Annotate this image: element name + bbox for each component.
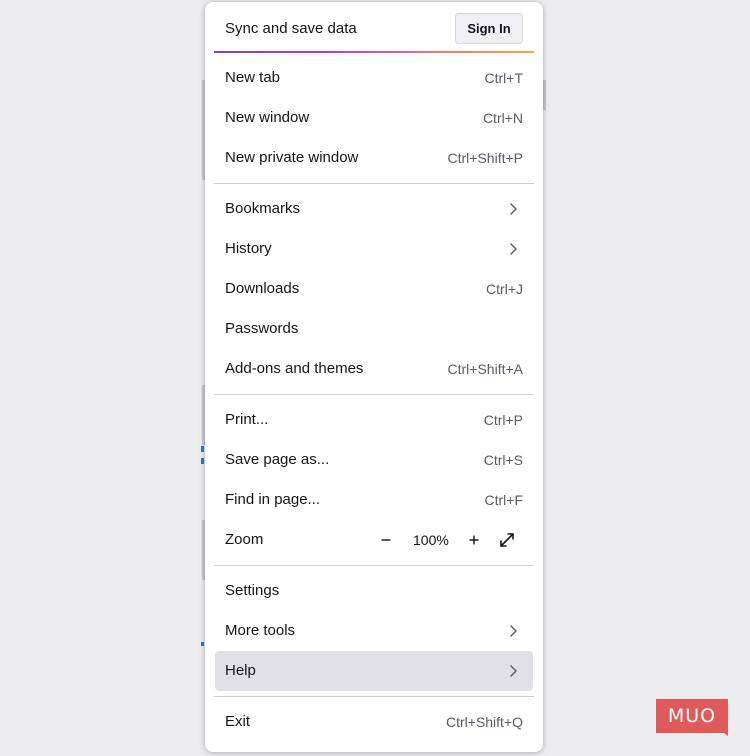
menu-item-more-tools[interactable]: More tools (215, 611, 533, 651)
menu-item-label: New private window (225, 149, 359, 166)
background-link-marker (201, 446, 204, 452)
menu-item-label: Passwords (225, 320, 299, 337)
menu-item-shortcut: Ctrl+Shift+A (447, 361, 523, 377)
menu-separator (214, 696, 534, 697)
chevron-right-icon (510, 243, 517, 255)
menu-item-label: Print... (225, 411, 269, 428)
minus-icon (381, 539, 391, 541)
menu-item-label: Zoom (225, 531, 264, 548)
menu-separator (214, 183, 534, 184)
menu-item-downloads[interactable]: Downloads Ctrl+J (215, 269, 533, 309)
menu-item-label: Exit (225, 713, 251, 730)
menu-item-label: Help (225, 662, 256, 679)
menu-item-history[interactable]: History (215, 229, 533, 269)
menu-item-shortcut: Ctrl+P (483, 412, 523, 428)
menu-item-print[interactable]: Print... Ctrl+P (215, 400, 533, 440)
menu-item-shortcut: Ctrl+Shift+P (447, 150, 523, 166)
menu-item-new-tab[interactable]: New tab Ctrl+T (215, 58, 533, 98)
background-link-marker (201, 458, 204, 464)
chevron-right-icon (510, 203, 517, 215)
menu-separator (214, 565, 534, 566)
zoom-level[interactable]: 100% (413, 520, 449, 560)
fullscreen-button[interactable] (496, 529, 518, 551)
zoom-in-wrapper (463, 520, 485, 560)
menu-item-zoom: Zoom 100% (215, 520, 533, 560)
menu-item-label: Downloads (225, 280, 300, 297)
header-gradient-divider (214, 51, 534, 53)
menu-item-new-private-window[interactable]: New private window Ctrl+Shift+P (215, 138, 533, 178)
menu-separator (214, 394, 534, 395)
menu-item-addons-and-themes[interactable]: Add-ons and themes Ctrl+Shift+A (215, 349, 533, 389)
chevron-right-icon (510, 625, 517, 637)
menu-item-shortcut: Ctrl+N (482, 110, 523, 126)
menu-item-settings[interactable]: Settings (215, 571, 533, 611)
chevron-right-icon (510, 665, 517, 677)
menu-item-new-window[interactable]: New window Ctrl+N (215, 98, 533, 138)
menu-header: Sync and save data Sign In (205, 2, 543, 54)
fullscreen-icon (500, 533, 514, 547)
zoom-out-button[interactable] (375, 529, 397, 551)
zoom-out-wrapper (375, 520, 397, 560)
menu-item-label: History (225, 240, 272, 257)
plus-icon (469, 535, 479, 545)
sync-title: Sync and save data (225, 20, 357, 37)
menu-item-label: New tab (225, 69, 281, 86)
background-link-marker (201, 642, 204, 646)
menu-item-label: Add-ons and themes (225, 360, 364, 377)
menu-item-label: New window (225, 109, 310, 126)
menu-item-label: Find in page... (225, 491, 321, 508)
zoom-in-button[interactable] (463, 529, 485, 551)
watermark-tail (714, 726, 728, 736)
app-menu: Sync and save data Sign In New tab Ctrl+… (205, 2, 543, 752)
menu-item-shortcut: Ctrl+F (484, 492, 524, 508)
menu-item-save-page-as[interactable]: Save page as... Ctrl+S (215, 440, 533, 480)
menu-item-shortcut: Ctrl+T (484, 70, 524, 86)
menu-item-passwords[interactable]: Passwords (215, 309, 533, 349)
menu-item-exit[interactable]: Exit Ctrl+Shift+Q (215, 702, 533, 742)
menu-item-help[interactable]: Help (215, 651, 533, 691)
menu-item-find-in-page[interactable]: Find in page... Ctrl+F (215, 480, 533, 520)
menu-item-label: More tools (225, 622, 296, 639)
menu-item-bookmarks[interactable]: Bookmarks (215, 189, 533, 229)
menu-item-shortcut: Ctrl+Shift+Q (445, 714, 523, 730)
menu-item-label: Bookmarks (225, 200, 301, 217)
menu-item-label: Settings (225, 582, 280, 599)
menu-item-shortcut: Ctrl+S (483, 452, 523, 468)
menu-item-shortcut: Ctrl+J (486, 281, 523, 297)
sign-in-button[interactable]: Sign In (455, 13, 523, 44)
menu-item-label: Save page as... (225, 451, 330, 468)
background-page-edge-right (543, 80, 546, 110)
